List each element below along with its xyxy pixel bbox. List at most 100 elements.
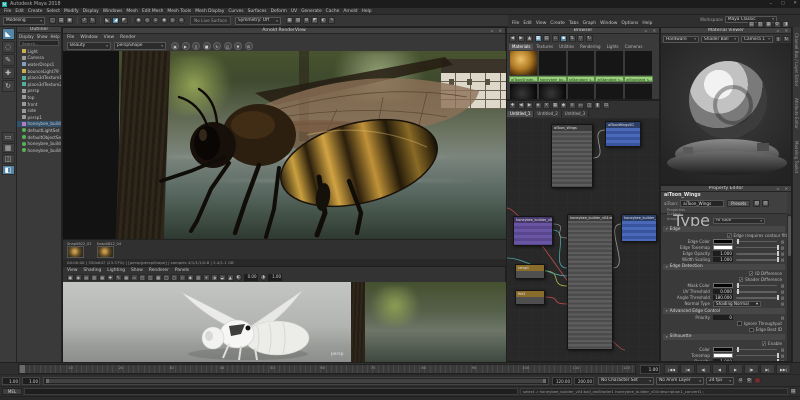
workarea-tab[interactable]: Untitled_3 [561, 111, 590, 117]
hypershade-menu-item[interactable]: Create [550, 21, 565, 26]
type-dropdown[interactable]: Ai Toon ▾ [713, 217, 765, 224]
viewport-menu-item[interactable]: Show [131, 268, 143, 273]
layout-hypershade-persp-icon[interactable]: ◧ [1, 165, 15, 175]
section-header[interactable]: ▾ Advanced Edge Control [663, 308, 785, 315]
play-forwards-button[interactable]: ▶ [728, 364, 743, 374]
connect-texture-icon[interactable]: ▨ [780, 245, 785, 250]
aov-selector[interactable]: Beauty ▾ [67, 41, 111, 50]
outliner-item[interactable]: honeybee_builder_v04 [17, 120, 61, 128]
redo-icon[interactable]: ↻ [89, 17, 97, 24]
select-object-icon[interactable]: ◣ [103, 17, 111, 24]
outliner-item[interactable]: honeybee_builder_v04m [17, 140, 61, 147]
list-view-icon[interactable]: ▤ [543, 35, 550, 42]
outliner-menu-item[interactable]: Display [19, 34, 34, 39]
menu-item[interactable]: Display [83, 9, 99, 14]
outliner-item[interactable]: defaultObjectSet [17, 134, 61, 141]
pin-selected-icon[interactable]: ◆ [560, 102, 567, 109]
settings-button[interactable]: ⚙ [244, 41, 253, 50]
no-live-surface-button[interactable]: No Live Surface [190, 16, 231, 25]
render-frame-icon[interactable]: ▦ [285, 17, 293, 24]
outliner-item[interactable]: side [17, 107, 61, 114]
command-language-toggle[interactable]: MEL [2, 388, 22, 395]
material-swatch-label[interactable]: aiStandard_s... [595, 76, 625, 82]
outliner-item[interactable]: persp [17, 88, 61, 95]
safe-action-icon[interactable]: ◯ [163, 274, 170, 281]
region-button[interactable]: ◰ [223, 41, 232, 50]
shader-node[interactable]: aiToon_Wings [551, 123, 593, 188]
playback-end-field[interactable]: 120.00 [552, 376, 572, 385]
animation-start-field[interactable]: 1.00 [2, 376, 20, 385]
menu-item[interactable]: Help [362, 9, 372, 14]
menu-item[interactable]: Curves [228, 9, 243, 14]
attribute-slider[interactable] [736, 353, 779, 358]
attribute-slider[interactable] [736, 283, 777, 289]
fps-dropdown[interactable]: 24 fps ▾ [706, 376, 734, 385]
film-gate-icon[interactable]: ▭ [131, 274, 138, 281]
snap-curve-icon[interactable]: ◎ [143, 17, 151, 24]
step-forward-frame-button[interactable]: ▶| [760, 364, 775, 374]
attribute-slider[interactable] [736, 257, 779, 263]
safe-title-icon[interactable]: ▢ [171, 274, 178, 281]
snapshot[interactable]: Snap0822_02 [67, 242, 92, 258]
file-new-icon[interactable]: ▢ [49, 17, 56, 24]
hypershade-menu-item[interactable]: Graph [583, 21, 596, 26]
workarea-tab[interactable]: Untitled_1 [507, 111, 535, 117]
clear-graph-icon[interactable]: ✕ [543, 102, 550, 109]
sidebar-vertical-tab[interactable]: Attribute Editor [794, 98, 799, 129]
connect-texture-icon[interactable]: ▨ [780, 283, 785, 288]
gamma-field[interactable]: 1.00 [268, 274, 282, 281]
grid-view-icon[interactable]: ▦ [534, 35, 542, 42]
outliner-menu-item[interactable]: Help [51, 34, 60, 39]
grid-icon[interactable]: ▦ [123, 274, 130, 281]
node-name-field[interactable]: aiToon_Wings [680, 200, 725, 207]
render-camera-selector[interactable]: perspShape ▾ [114, 41, 166, 50]
close-button[interactable]: ✕ [793, 1, 797, 6]
material-swatch[interactable] [624, 50, 653, 76]
anim-layer-dropdown[interactable]: No Anim Layer ▾ [656, 376, 704, 385]
exposure-field[interactable]: 0.00 [243, 274, 258, 281]
refresh-swatches-icon[interactable]: ↻ [585, 35, 593, 42]
viewer-camera-dropdown[interactable]: Camera 1 ▾ [741, 35, 773, 43]
current-frame-field[interactable]: 1.00 [640, 364, 660, 374]
checker-swatch-icon[interactable]: ▨ [761, 200, 769, 207]
shadows-icon[interactable]: ◑ [211, 274, 218, 281]
light-editor-icon[interactable]: ◐ [319, 17, 327, 24]
parent-icon[interactable]: ▲ [526, 35, 533, 42]
menu-item[interactable]: UV [291, 9, 297, 14]
rearrange-graph-icon[interactable]: ▦ [551, 102, 559, 109]
viewer-geometry-dropdown[interactable]: Shader Ball ▾ [701, 35, 739, 43]
large-swatches-icon[interactable]: ▪ [560, 35, 567, 42]
attribute-select[interactable]: Shading Normal ▾ [713, 301, 761, 307]
menu-item[interactable]: Mesh Tools [167, 9, 191, 14]
play-backwards-button[interactable]: ◀ [712, 364, 727, 374]
grease-pencil-icon[interactable]: ✎ [115, 274, 122, 281]
step-forward-key-button[interactable]: |▶ [744, 364, 759, 374]
symmetry-selector[interactable]: Symmetry: Off ▾ [234, 16, 281, 25]
arnold-menu-item[interactable]: File [67, 35, 74, 40]
maximize-button[interactable]: ▢ [781, 1, 785, 6]
sidebar-vertical-tab[interactable]: Channel Box / Layer Editor [794, 33, 799, 86]
snapshot-thumbnail[interactable] [67, 245, 84, 258]
hypershade-menu-item[interactable]: View [536, 21, 546, 26]
property-scrollbar[interactable] [787, 214, 791, 361]
hypershade-menu-item[interactable]: Tabs [569, 21, 579, 26]
lasso-tool-icon[interactable]: ◌ [1, 41, 15, 53]
script-editor-icon[interactable]: ▤ [789, 388, 797, 395]
translate-tool-icon[interactable]: ✚ [1, 67, 15, 79]
outliner-item[interactable]: bounceLight79 [17, 68, 61, 75]
material-swatch[interactable] [595, 50, 625, 76]
gamma-icon[interactable]: ◑ [259, 274, 267, 281]
render-settings-icon[interactable]: ⚙ [302, 17, 310, 24]
shader-node[interactable]: honeybee_builder_v04:bodySG [621, 213, 657, 242]
go-to-end-button[interactable]: ▶▶| [776, 364, 791, 374]
shader-node[interactable]: file2 [515, 289, 545, 305]
graph-upstream-icon[interactable]: ◀ [517, 102, 525, 109]
simple-mode-icon[interactable]: ▭ [577, 102, 584, 109]
shader-node[interactable]: honeybee_builder_v04:aiToon_Body [567, 213, 613, 350]
ipr-render-icon[interactable]: ▧ [294, 17, 302, 24]
filter-icon[interactable]: ▽ [577, 35, 584, 42]
menu-item[interactable]: Mesh [126, 9, 138, 14]
connect-texture-icon[interactable]: ▨ [780, 251, 785, 256]
color-swatch[interactable] [713, 239, 733, 244]
create-node-icon[interactable]: ✚ [509, 102, 516, 109]
